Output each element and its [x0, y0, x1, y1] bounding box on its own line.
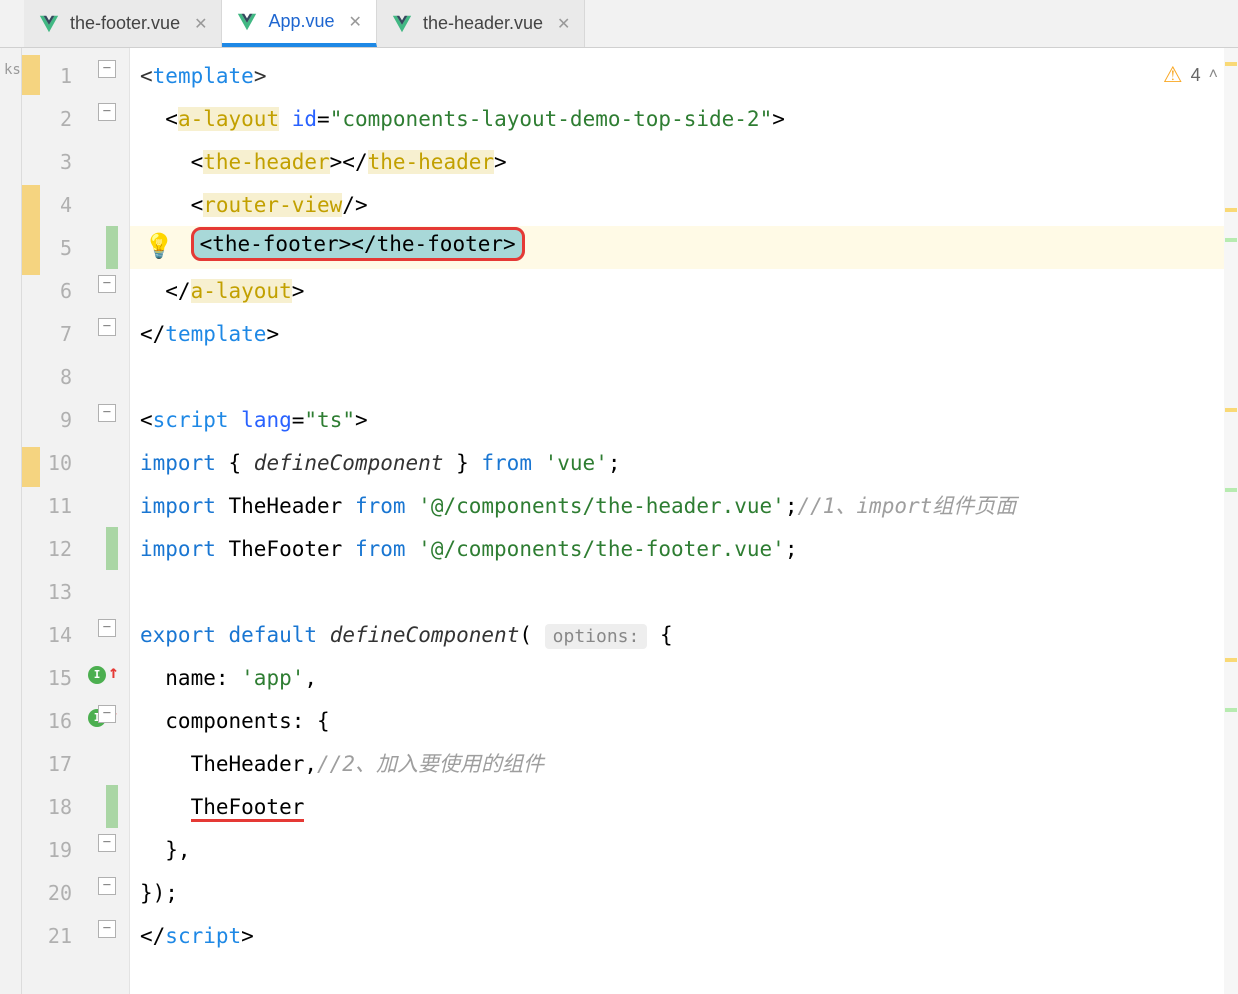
- code-line: <template>: [140, 66, 266, 87]
- line-number: 3: [22, 152, 72, 172]
- vue-icon: [391, 13, 413, 35]
- scrollbar-marker: [1225, 62, 1237, 66]
- code-line: },: [140, 840, 191, 861]
- vue-icon: [38, 13, 60, 35]
- fold-handle-icon[interactable]: −: [98, 705, 116, 723]
- editor-tabs: the-footer.vue ✕ App.vue ✕ the-header.vu…: [0, 0, 1238, 48]
- line-number: 13: [22, 582, 72, 602]
- vcs-add-marker: [106, 527, 118, 570]
- line-number: 10: [22, 453, 72, 473]
- tab-the-footer[interactable]: the-footer.vue ✕: [24, 0, 222, 47]
- fold-handle-icon[interactable]: −: [98, 60, 116, 78]
- line-number: 17: [22, 754, 72, 774]
- code-line: components: {: [140, 711, 330, 732]
- fold-handle-icon[interactable]: −: [98, 318, 116, 336]
- code-line: <router-view/>: [140, 195, 368, 216]
- code-line: </script>: [140, 926, 254, 947]
- left-sidebar-strip: ks: [0, 48, 22, 994]
- vue-icon: [236, 11, 258, 33]
- line-number: 11: [22, 496, 72, 516]
- scrollbar-marker: [1225, 208, 1237, 212]
- line-number: 18: [22, 797, 72, 817]
- code-line: export default defineComponent( options:…: [140, 625, 673, 646]
- scrollbar-marker: [1225, 238, 1237, 242]
- code-line: <the-footer></the-footer>: [140, 234, 525, 255]
- fold-handle-icon[interactable]: −: [98, 619, 116, 637]
- line-number: 12: [22, 539, 72, 559]
- fold-handle-icon[interactable]: −: [98, 920, 116, 938]
- code-line: import { defineComponent } from 'vue';: [140, 453, 621, 474]
- scrollbar-marker: [1225, 488, 1237, 492]
- line-number: 8: [22, 367, 72, 387]
- line-number: 14: [22, 625, 72, 645]
- tab-label: the-footer.vue: [70, 13, 180, 34]
- tab-the-header[interactable]: the-header.vue ✕: [377, 0, 586, 47]
- close-icon[interactable]: ✕: [557, 14, 570, 34]
- tab-app[interactable]: App.vue ✕: [222, 0, 376, 47]
- scrollbar-marker: [1225, 658, 1237, 662]
- fold-handle-icon[interactable]: −: [98, 275, 116, 293]
- tab-label: App.vue: [268, 11, 334, 32]
- parameter-hint: options:: [545, 624, 648, 649]
- line-number: 21: [22, 926, 72, 946]
- scrollbar-marker: [1225, 408, 1237, 412]
- scrollbar[interactable]: [1224, 48, 1238, 994]
- editor-area: ks 1 2 3 4 5 6 7 8 9 10 11 12 13 14 15 1…: [0, 48, 1238, 994]
- close-icon[interactable]: ✕: [194, 14, 207, 34]
- code-line: <script lang="ts">: [140, 410, 368, 431]
- tab-label: the-header.vue: [423, 13, 543, 34]
- fold-handle-icon[interactable]: −: [98, 877, 116, 895]
- fold-handle-icon[interactable]: −: [98, 103, 116, 121]
- code-line: <a-layout id="components-layout-demo-top…: [140, 109, 785, 130]
- code-line: </a-layout>: [140, 281, 304, 302]
- line-number: 20: [22, 883, 72, 903]
- warning-icon: ⚠: [1163, 62, 1183, 88]
- vcs-add-marker: [106, 226, 118, 269]
- line-number: 7: [22, 324, 72, 344]
- code-line: TheFooter: [140, 797, 304, 818]
- code-line: import TheFooter from '@/components/the-…: [140, 539, 797, 560]
- line-number: 16: [22, 711, 72, 731]
- code-line: <the-header></the-header>: [140, 152, 507, 173]
- code-line: import TheHeader from '@/components/the-…: [140, 496, 1016, 517]
- scrollbar-marker: [1225, 708, 1237, 712]
- gutter-implements-icon[interactable]: I: [88, 666, 106, 684]
- line-number: 9: [22, 410, 72, 430]
- line-number: 2: [22, 109, 72, 129]
- selected-text: <the-footer></the-footer>: [191, 227, 525, 261]
- line-number: 5: [22, 238, 72, 258]
- fold-handle-icon[interactable]: −: [98, 834, 116, 852]
- vcs-add-marker: [106, 785, 118, 828]
- inspection-summary[interactable]: ⚠ 4 ˄: [1163, 62, 1218, 88]
- intention-bulb-icon[interactable]: 💡: [144, 232, 174, 260]
- code-line: name: 'app',: [140, 668, 317, 689]
- code-line: TheHeader,//2、加入要使用的组件: [140, 754, 544, 775]
- fold-handle-icon[interactable]: −: [98, 404, 116, 422]
- line-number: 19: [22, 840, 72, 860]
- line-number: 6: [22, 281, 72, 301]
- warning-count: 4: [1191, 65, 1201, 86]
- close-icon[interactable]: ✕: [349, 12, 362, 32]
- error-underline: TheFooter: [191, 795, 305, 822]
- code-line: </template>: [140, 324, 279, 345]
- chevron-up-icon[interactable]: ˄: [1209, 66, 1218, 84]
- gutter-arrow-up-icon: ↑: [108, 662, 119, 683]
- code-line: });: [140, 883, 178, 904]
- code-area[interactable]: 💡 <template> <a-layout id="components-la…: [130, 48, 1238, 994]
- left-strip-label: ks: [4, 62, 21, 78]
- line-number: 15: [22, 668, 72, 688]
- line-number: 4: [22, 195, 72, 215]
- line-number: 1: [22, 66, 72, 86]
